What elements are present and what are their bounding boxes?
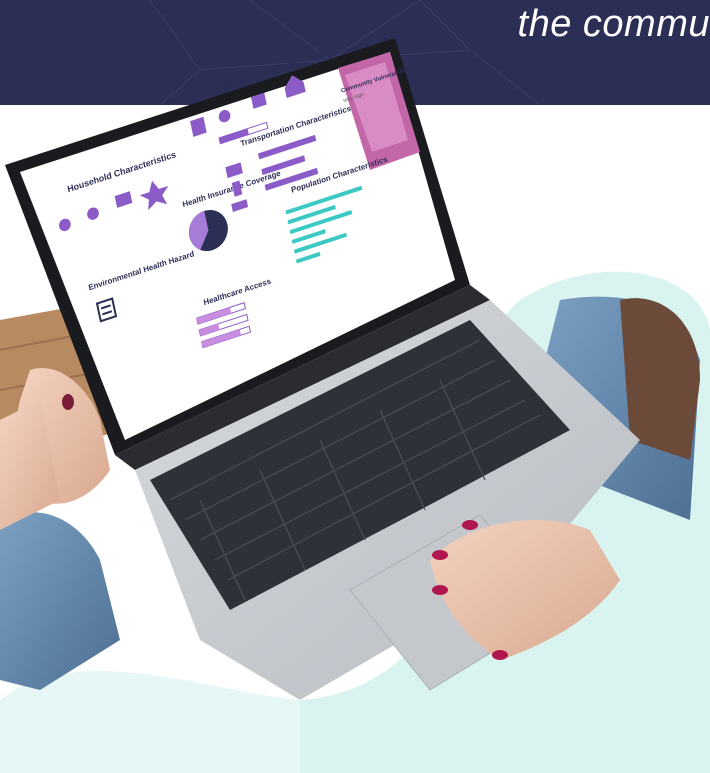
left-fingernail	[62, 394, 74, 410]
laptop-photo: Household Characteristics Neighborhood C…	[0, 38, 710, 773]
right-fingernail-3	[432, 585, 448, 595]
jeans-left	[0, 512, 120, 690]
right-fingernail-1	[462, 520, 478, 530]
right-fingernail-2	[432, 550, 448, 560]
right-fingernail-4	[492, 650, 508, 660]
